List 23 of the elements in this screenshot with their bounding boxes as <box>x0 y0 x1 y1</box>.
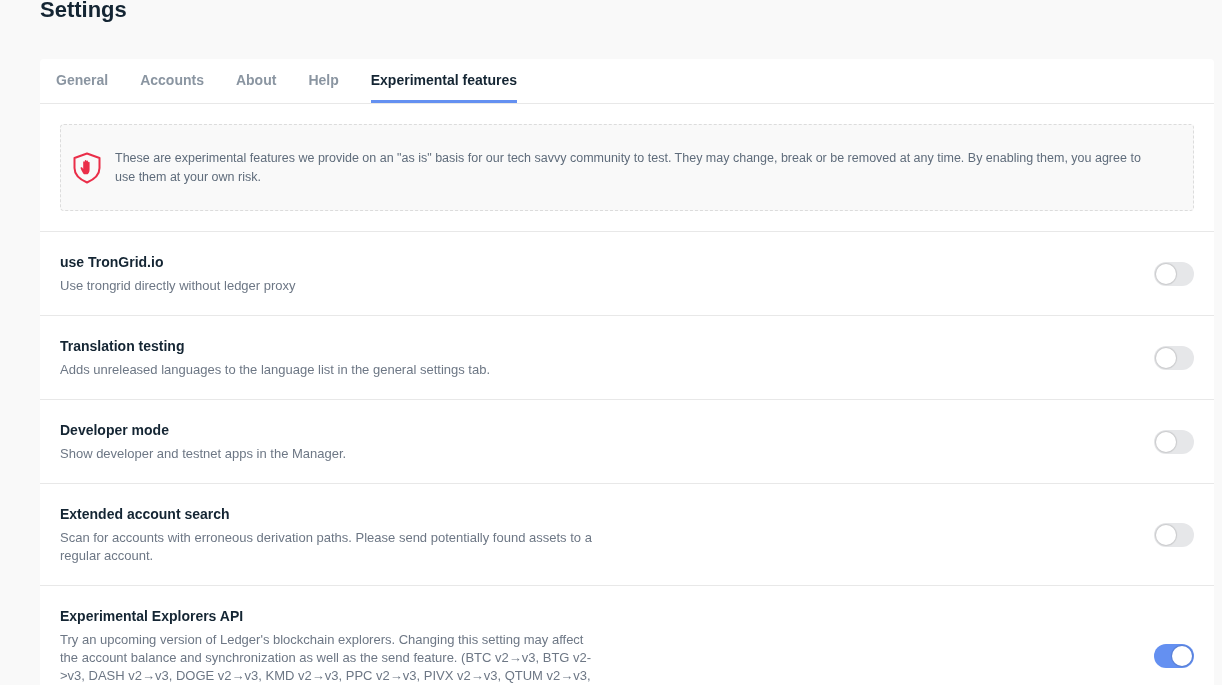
feature-title: Experimental Explorers API <box>60 607 245 626</box>
toggle-switch[interactable] <box>1154 644 1194 668</box>
tab[interactable]: Help <box>308 59 339 103</box>
tab[interactable]: Experimental features <box>370 59 517 103</box>
tab[interactable]: General <box>56 59 109 103</box>
tab[interactable]: Accounts <box>140 59 204 103</box>
feature-description: Try an upcoming version of Ledger's blockchain explorers. Changing this setting may affect the account balance and synchronization as well as the send feature. (BTC v2→v3, BTG v2->v3, DASH v2→v3, DOGE v2→v3, KMD v2→v3, PPC v2→v3, PIVX v2→v3, QTUM v2→v3, <box>60 631 593 685</box>
toggle-switch[interactable] <box>1154 429 1194 454</box>
feature-title: Developer mode <box>60 421 170 440</box>
feature-description: Use trongrid directly without ledger proxy <box>60 277 296 295</box>
feature-title: use TronGrid.io <box>60 253 165 272</box>
page-title: Settings <box>40 0 127 23</box>
feature-title: Translation testing <box>60 337 186 356</box>
feature-title: Extended account search <box>60 505 231 524</box>
notice-text: These are experimental features we provide on an "as is" basis for our tech savvy community to test. They may change, break or be removed at any time. By enabling them, you agree to use them at your own risk. <box>115 149 1142 186</box>
feature-description: Scan for accounts with erroneous derivation paths. Please send potentially found assets to a regular account. <box>60 529 593 565</box>
tab[interactable]: About <box>235 59 277 103</box>
feature-description: Show developer and testnet apps in the Manager. <box>60 445 347 463</box>
toggle-switch[interactable] <box>1154 261 1194 286</box>
shield-hand-icon <box>73 151 101 184</box>
toggle-switch[interactable] <box>1154 522 1194 547</box>
feature-description: Adds unreleased languages to the language list in the general settings tab. <box>60 361 491 379</box>
toggle-switch[interactable] <box>1154 345 1194 370</box>
